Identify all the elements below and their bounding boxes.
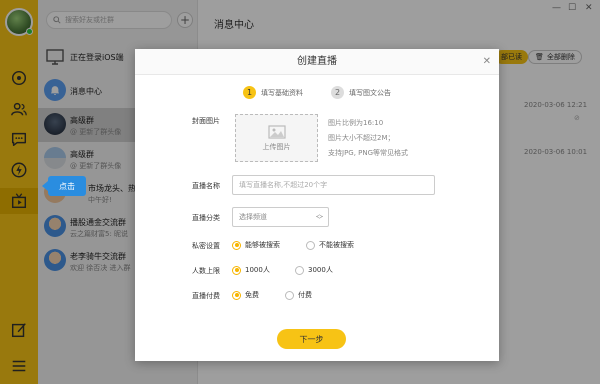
upload-label: 上传图片: [262, 142, 291, 151]
privacy-option-unsearchable[interactable]: 不能被搜索: [306, 240, 354, 250]
cover-hint: 图片比例为16:10: [328, 119, 384, 127]
image-icon: [267, 124, 286, 139]
radio-label: 付费: [298, 291, 312, 299]
radio-checked-icon: [232, 240, 241, 250]
radio-unchecked-icon: [306, 240, 315, 250]
step-indicator-2: 2 填写图文公告: [331, 86, 391, 99]
radio-checked-icon: [232, 290, 241, 300]
privacy-label: 私密设置: [192, 242, 220, 250]
step-label: 填写图文公告: [349, 88, 391, 97]
radio-label: 免费: [245, 291, 259, 299]
radio-unchecked-icon: [285, 290, 294, 300]
step-indicator-1: 1 填写基础资料: [243, 86, 303, 99]
capacity-label: 人数上限: [192, 267, 220, 275]
create-live-dialog: 创建直播 ✕ 1 填写基础资料 2 填写图文公告 封面图片 上传图片 图片比例为…: [135, 49, 499, 361]
step-number: 2: [331, 86, 344, 99]
select-arrows-icon: ︿ ﹀: [316, 210, 323, 224]
radio-checked-icon: [232, 265, 241, 275]
radio-unchecked-icon: [295, 265, 304, 275]
live-category-value: 选择频道: [239, 213, 267, 221]
radio-label: 能够被搜索: [245, 241, 280, 249]
cover-hint: 支持JPG, PNG等常见格式: [328, 149, 409, 157]
payment-option-free[interactable]: 免费: [232, 290, 259, 300]
dialog-title: 创建直播: [297, 56, 337, 67]
next-step-button[interactable]: 下一步: [277, 329, 346, 349]
payment-label: 直播付费: [192, 292, 220, 300]
step-label: 填写基础资料: [261, 88, 303, 97]
cover-hint: 图片大小不超过2M；: [328, 134, 395, 142]
cover-label: 封面图片: [192, 117, 220, 125]
live-name-input[interactable]: 填写直播名称,不超过20个字: [232, 175, 435, 195]
dialog-close-icon[interactable]: ✕: [483, 49, 491, 75]
radio-label: 1000人: [245, 266, 270, 274]
dialog-header: 创建直播 ✕: [135, 49, 499, 75]
live-name-label: 直播名称: [192, 182, 220, 190]
capacity-option-3000[interactable]: 3000人: [295, 265, 333, 275]
capacity-option-1000[interactable]: 1000人: [232, 265, 270, 275]
live-category-select[interactable]: 选择频道 ︿ ﹀: [232, 207, 329, 227]
step-number: 1: [243, 86, 256, 99]
upload-image-button[interactable]: 上传图片: [235, 114, 318, 162]
privacy-option-searchable[interactable]: 能够被搜索: [232, 240, 280, 250]
radio-label: 3000人: [308, 266, 333, 274]
radio-label: 不能被搜索: [319, 241, 354, 249]
live-category-label: 直播分类: [192, 214, 220, 222]
payment-option-paid[interactable]: 付费: [285, 290, 312, 300]
tooltip: 点击: [42, 176, 86, 196]
